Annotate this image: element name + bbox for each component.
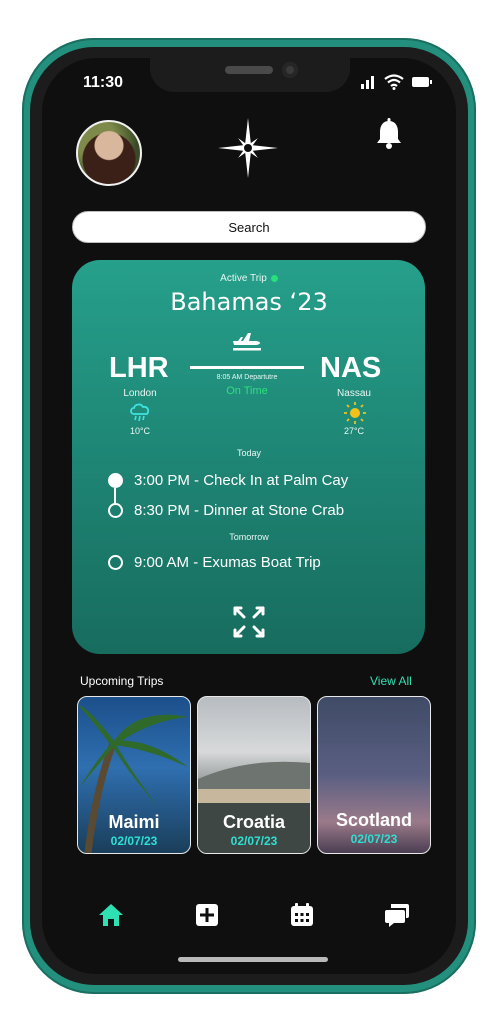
trip-date: 02/07/23 [230, 834, 278, 848]
destination-temp: 27°C [343, 426, 365, 436]
notch [150, 58, 350, 92]
expand-icon[interactable] [231, 604, 267, 645]
flight-status: On Time [226, 385, 268, 397]
home-icon [99, 904, 123, 926]
chat-icon [385, 904, 409, 927]
speaker [225, 66, 273, 74]
tomorrow-label: Tomorrow [229, 532, 269, 542]
camera [282, 62, 298, 78]
today-event-1[interactable]: 3:00 PM - Check In at Palm Cay [134, 472, 348, 489]
rain-cloud-icon [129, 401, 151, 428]
view-all-link[interactable]: View All [370, 674, 412, 688]
today-event-2[interactable]: 8:30 PM - Dinner at Stone Crab [134, 502, 344, 519]
trip-name: Scotland [335, 810, 412, 830]
trip-date: 02/07/23 [350, 832, 398, 846]
origin-temp: 10°C [129, 426, 151, 436]
status-time: 11:30 [83, 74, 124, 91]
today-label: Today [236, 448, 262, 458]
active-trip-label: Active Trip [0, 273, 498, 284]
trip-date: 02/07/23 [110, 834, 158, 848]
profile-avatar[interactable] [76, 120, 142, 186]
timeline-dot [108, 503, 123, 518]
tab-add[interactable] [194, 902, 220, 933]
search-bar[interactable]: Search [72, 211, 426, 243]
trip-name: Croatia [222, 812, 285, 832]
trip-name: Maimi [108, 812, 160, 832]
destination-city: Nassau [337, 388, 371, 399]
timeline-connector [114, 488, 116, 504]
tab-calendar[interactable] [289, 902, 315, 933]
timeline-dot-filled [108, 473, 123, 488]
sun-icon [344, 402, 366, 429]
origin-code: LHR [109, 352, 169, 384]
trip-tile-scotland[interactable]: Scotland 02/07/23 [317, 696, 431, 854]
compass-star-logo-icon [218, 118, 278, 183]
trip-title: Bahamas ‘23 [170, 288, 328, 316]
add-icon [196, 904, 218, 926]
tomorrow-event-1[interactable]: 9:00 AM - Exumas Boat Trip [134, 554, 321, 571]
calendar-icon [291, 903, 313, 926]
status-icons [360, 74, 432, 90]
tab-chat[interactable] [384, 902, 410, 933]
wifi-icon [384, 74, 404, 90]
signal-icon [361, 76, 374, 89]
timeline-dot [108, 555, 123, 570]
airplane-icon [231, 329, 263, 356]
origin-city: London [123, 388, 157, 399]
flight-route-line [190, 366, 304, 369]
trip-tile-croatia[interactable]: Croatia 02/07/23 [197, 696, 311, 854]
upcoming-trips-title: Upcoming Trips [80, 674, 164, 688]
home-indicator[interactable] [178, 957, 328, 962]
destination-code: NAS [320, 352, 382, 384]
battery-icon [412, 77, 432, 87]
trip-tile-miami[interactable]: Maimi 02/07/23 [77, 696, 191, 854]
tab-home[interactable] [98, 902, 124, 933]
departure-time: 8:05 AM Departutre [216, 374, 278, 381]
active-status-dot [270, 274, 278, 282]
notification-bell-icon[interactable] [374, 118, 404, 155]
